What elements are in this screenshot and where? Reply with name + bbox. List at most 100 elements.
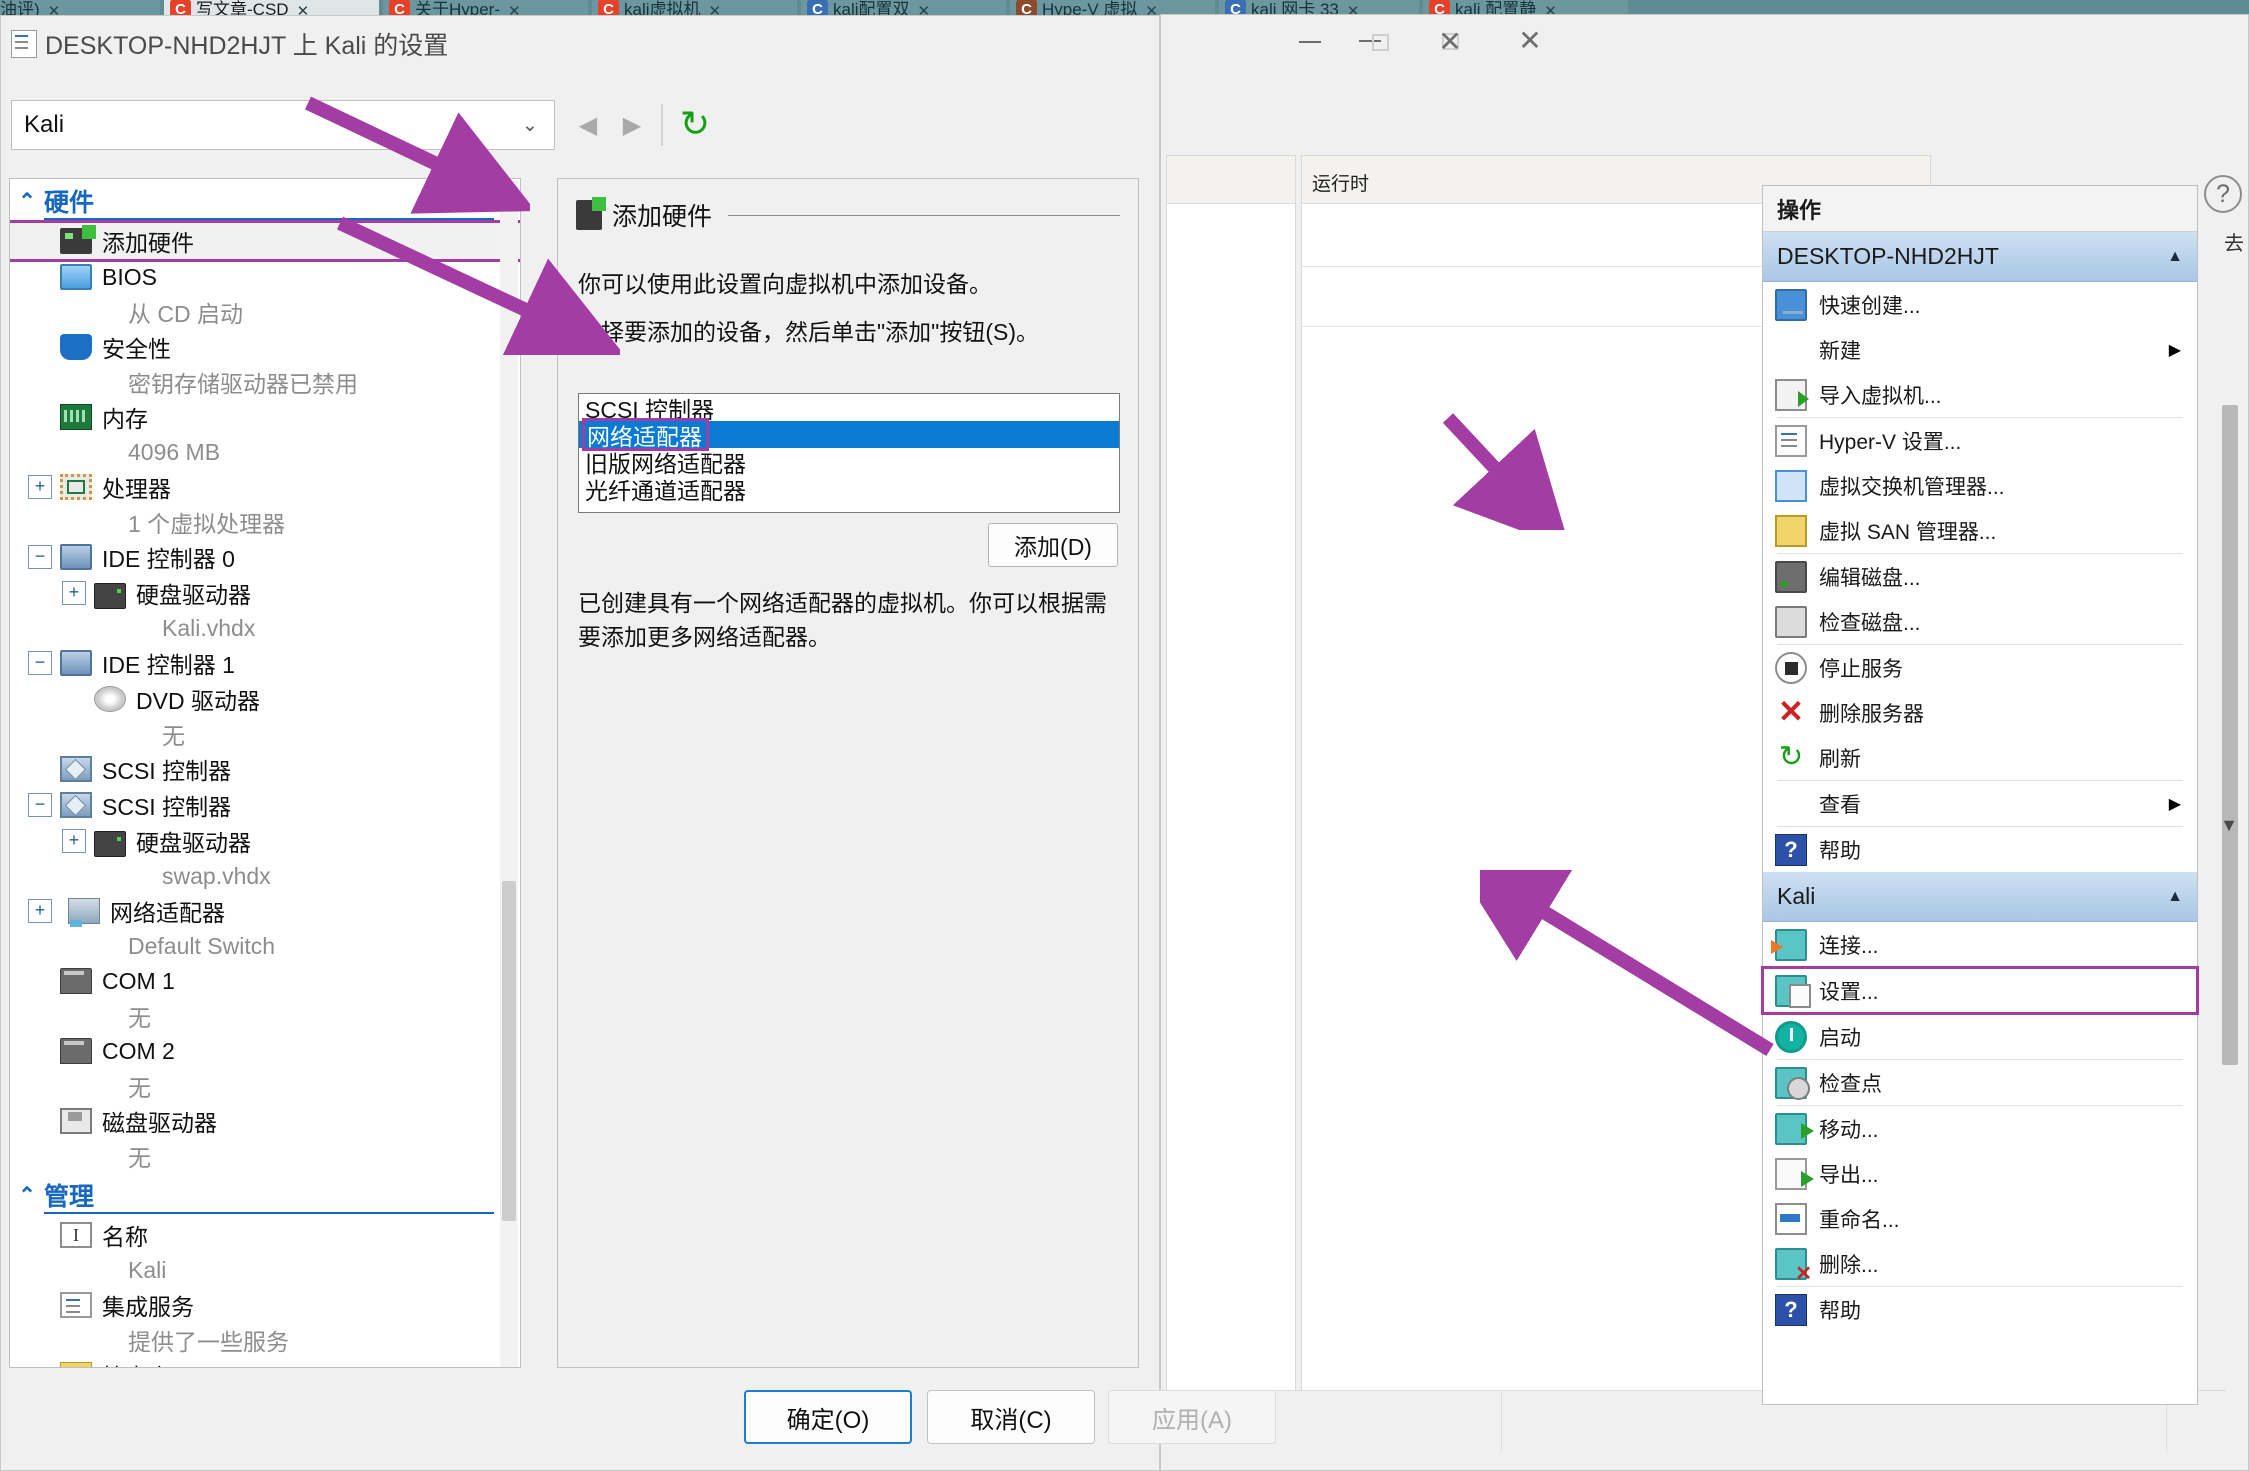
device-list-item[interactable]: 光纤通道适配器 bbox=[579, 475, 1119, 504]
action-item[interactable]: ✕ 删除服务器 bbox=[1763, 690, 2197, 735]
action-item[interactable]: 重命名... bbox=[1763, 1196, 2197, 1241]
action-item[interactable]: 虚拟交换机管理器... bbox=[1763, 463, 2197, 508]
actions-group-header[interactable]: DESKTOP-NHD2HJT ▲ bbox=[1763, 232, 2197, 282]
action-item[interactable]: 编辑磁盘... bbox=[1763, 554, 2197, 599]
tree-item-hard-drive[interactable]: + 硬盘驱动器 bbox=[10, 575, 520, 611]
refresh-icon[interactable]: ↻ bbox=[673, 102, 717, 146]
nav-divider bbox=[661, 104, 663, 146]
action-item-label: 虚拟 SAN 管理器... bbox=[1819, 520, 1997, 544]
scroll-down-arrow-icon[interactable]: ▼ bbox=[2216, 815, 2242, 841]
action-item[interactable]: 删除... bbox=[1763, 1241, 2197, 1286]
tree-item-label: DVD 驱动器 bbox=[136, 688, 260, 714]
dialog-close-button[interactable]: ✕ bbox=[1416, 16, 1484, 68]
action-item[interactable]: 查看 ▶ bbox=[1763, 781, 2197, 826]
tree-item-dvd-drive[interactable]: DVD 驱动器 bbox=[10, 681, 520, 717]
network-adapter-icon bbox=[68, 898, 100, 927]
dialog-maximize-button[interactable] bbox=[1346, 16, 1414, 68]
tree-item-label: BIOS bbox=[102, 263, 157, 290]
tree-item-label: IDE 控制器 0 bbox=[102, 546, 235, 572]
action-item[interactable]: 导入虚拟机... bbox=[1763, 372, 2197, 417]
action-item[interactable]: ? 帮助 bbox=[1763, 827, 2197, 872]
action-item[interactable]: 检查点 bbox=[1763, 1060, 2197, 1105]
dialog-minimize-button[interactable] bbox=[1276, 16, 1344, 68]
action-item-label: 导出... bbox=[1819, 1163, 1879, 1187]
tree-item-network-adapter[interactable]: + 网络适配器 bbox=[10, 893, 520, 929]
tree-expander[interactable]: − bbox=[28, 545, 52, 569]
caret-up-icon[interactable]: ▲ bbox=[2167, 888, 2183, 906]
dialog-title: DESKTOP-NHD2HJT 上 Kali 的设置 bbox=[45, 32, 449, 60]
action-item[interactable]: 停止服务 bbox=[1763, 645, 2197, 690]
vm-selector-combobox[interactable]: Kali ⌄ bbox=[11, 100, 555, 150]
tree-expander[interactable]: + bbox=[62, 581, 86, 605]
bg-scrollbar-thumb[interactable] bbox=[2222, 405, 2238, 1065]
tree-section-header[interactable]: ⌃ 管理 bbox=[10, 1173, 520, 1217]
tree-item-memory[interactable]: 内存 bbox=[10, 399, 520, 435]
tree-item-ide-controller[interactable]: − IDE 控制器 0 bbox=[10, 539, 520, 575]
tree-expander[interactable]: + bbox=[28, 899, 52, 923]
blank-icon bbox=[1775, 334, 1807, 366]
settings-tree-body: ⌃ 硬件 添加硬件 BIOS 从 CD 启动 安全性 密钥存储驱动器已禁用 内存 4096 MB… bbox=[10, 179, 520, 1367]
tree-scrollbar[interactable] bbox=[500, 181, 518, 1367]
device-list-body: SCSI 控制器 网络适配器 旧版网络适配器 光纤通道适配器 bbox=[579, 394, 1119, 504]
action-item[interactable]: Hyper-V 设置... bbox=[1763, 418, 2197, 463]
action-item[interactable]: 检查磁盘... bbox=[1763, 599, 2197, 644]
tree-item-com-port[interactable]: COM 2 bbox=[10, 1033, 520, 1069]
tree-expander[interactable]: − bbox=[28, 793, 52, 817]
add-hardware-icon bbox=[576, 197, 606, 230]
apply-button[interactable]: 应用(A) bbox=[1108, 1390, 1276, 1444]
device-list[interactable]: SCSI 控制器 网络适配器 旧版网络适配器 光纤通道适配器 bbox=[578, 393, 1120, 513]
tree-item-scsi-controller[interactable]: − SCSI 控制器 bbox=[10, 787, 520, 823]
tree-item-checkpoint[interactable]: 检查点 bbox=[10, 1357, 520, 1367]
tree-item-add-hardware[interactable]: 添加硬件 bbox=[10, 220, 520, 262]
action-item[interactable]: 移动... bbox=[1763, 1106, 2197, 1151]
action-item-label: Hyper-V 设置... bbox=[1819, 430, 1962, 454]
tree-expander[interactable]: + bbox=[28, 475, 52, 499]
action-item[interactable]: ? 帮助 bbox=[1763, 1287, 2197, 1332]
edit-disk-icon bbox=[1775, 560, 1807, 593]
inspect-disk-icon bbox=[1775, 605, 1807, 638]
action-item-label: 虚拟交换机管理器... bbox=[1819, 475, 2005, 499]
tree-section-header[interactable]: ⌃ 硬件 bbox=[10, 179, 520, 223]
nav-back-button[interactable]: ◀ bbox=[567, 104, 609, 146]
tree-expander[interactable]: − bbox=[28, 651, 52, 675]
tree-item-integration-services[interactable]: 集成服务 bbox=[10, 1287, 520, 1323]
action-item[interactable]: 连接... bbox=[1763, 922, 2197, 967]
cancel-button[interactable]: 取消(C) bbox=[927, 1390, 1095, 1444]
nav-forward-button[interactable]: ▶ bbox=[611, 104, 653, 146]
quick-create-icon bbox=[1775, 288, 1807, 321]
tree-item-name[interactable]: 名称 bbox=[10, 1217, 520, 1253]
action-item-label: 连接... bbox=[1819, 934, 1879, 958]
actions-group-header[interactable]: Kali ▲ bbox=[1763, 872, 2197, 922]
virtual-san-manager-icon bbox=[1775, 514, 1807, 547]
tree-item-scsi-controller[interactable]: SCSI 控制器 bbox=[10, 751, 520, 787]
dvd-drive-icon bbox=[94, 686, 126, 712]
action-item-label: 重命名... bbox=[1819, 1208, 1900, 1232]
tree-item-subtext: 密钥存储驱动器已禁用 bbox=[128, 371, 358, 397]
tree-item-label: 安全性 bbox=[102, 336, 171, 362]
bg-close-button[interactable]: ✕ bbox=[1496, 15, 1564, 67]
tree-item-bios[interactable]: BIOS bbox=[10, 259, 520, 295]
tree-item-floppy-drive[interactable]: 磁盘驱动器 bbox=[10, 1103, 520, 1139]
action-item[interactable]: 设置... bbox=[1761, 966, 2199, 1015]
tree-scrollbar-thumb[interactable] bbox=[502, 881, 516, 1221]
help-icon: ? bbox=[1775, 1293, 1807, 1326]
action-item[interactable]: ↻ 刷新 bbox=[1763, 735, 2197, 780]
tree-item-com-port[interactable]: COM 1 bbox=[10, 963, 520, 999]
tree-item-ide-controller[interactable]: − IDE 控制器 1 bbox=[10, 645, 520, 681]
action-item[interactable]: 启动 bbox=[1763, 1014, 2197, 1059]
settings-doc-icon bbox=[11, 30, 37, 58]
tree-expander[interactable]: + bbox=[62, 829, 86, 853]
add-button[interactable]: 添加(D) bbox=[988, 523, 1118, 567]
tree-item-security-shield[interactable]: 安全性 bbox=[10, 329, 520, 365]
tree-item-processor[interactable]: + 处理器 bbox=[10, 469, 520, 505]
tree-item-label: 添加硬件 bbox=[102, 230, 194, 256]
action-item[interactable]: 虚拟 SAN 管理器... bbox=[1763, 508, 2197, 553]
tree-item-hard-drive[interactable]: + 硬盘驱动器 bbox=[10, 823, 520, 859]
action-item[interactable]: 快速创建... bbox=[1763, 282, 2197, 327]
caret-up-icon[interactable]: ▲ bbox=[2167, 248, 2183, 266]
ok-button[interactable]: 确定(O) bbox=[744, 1390, 912, 1444]
question-mark-icon[interactable]: ? bbox=[2204, 175, 2242, 213]
action-item[interactable]: 导出... bbox=[1763, 1151, 2197, 1196]
action-item[interactable]: 新建 ▶ bbox=[1763, 327, 2197, 372]
settings-tree[interactable]: ⌃ 硬件 添加硬件 BIOS 从 CD 启动 安全性 密钥存储驱动器已禁用 内存 4096 MB… bbox=[9, 178, 521, 1368]
